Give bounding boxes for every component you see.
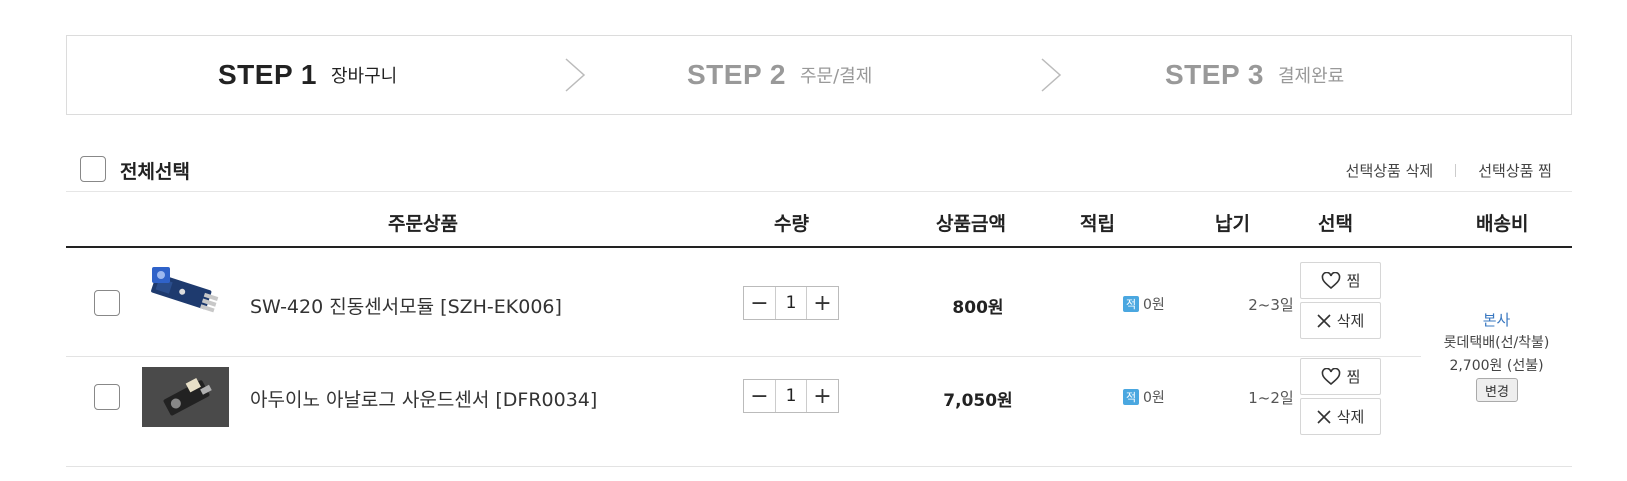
select-bar: 전체선택 선택상품 삭제 선택상품 찜 <box>66 148 1572 192</box>
divider <box>1455 164 1457 177</box>
shipping-cell: 본사 롯데택배(선/착불) 2,700원 (선불) 변경 <box>1421 249 1572 467</box>
decrease-quantity-button[interactable]: − <box>744 287 775 319</box>
shipping-fee: 2,700원 (선불) <box>1449 358 1544 374</box>
delete-label: 삭제 <box>1336 408 1365 426</box>
wish-button[interactable]: 찜 <box>1300 358 1381 395</box>
header-amount: 상품금액 <box>936 213 1006 235</box>
step-complete: STEP 3 결제완료 <box>1165 36 1344 114</box>
header-shipping: 배송비 <box>1476 213 1529 235</box>
select-all-checkbox[interactable] <box>80 156 106 182</box>
wish-button[interactable]: 찜 <box>1300 262 1381 299</box>
header-points: 적립 <box>1080 213 1115 235</box>
decrease-quantity-button[interactable]: − <box>744 380 775 412</box>
shipping-company-link[interactable]: 본사 <box>1421 309 1572 330</box>
points: 적 0원 <box>1123 387 1165 407</box>
quantity-stepper: − 1 + <box>743 379 839 413</box>
increase-quantity-button[interactable]: + <box>807 380 838 412</box>
row-checkbox[interactable] <box>94 290 120 316</box>
delete-label: 삭제 <box>1336 312 1365 330</box>
quantity-value[interactable]: 1 <box>775 287 807 319</box>
product-name-link[interactable]: SW-420 진동센서모듈 [SZH-EK006] <box>250 292 562 319</box>
product-name-link[interactable]: 아두이노 아날로그 사운드센서 [DFR0034] <box>250 385 597 412</box>
wish-label: 찜 <box>1346 368 1361 386</box>
shipping-method: 롯데택배(선/착불) <box>1443 335 1550 351</box>
selection-actions: 선택상품 삭제 선택상품 찜 <box>1346 160 1552 181</box>
step-name: 장바구니 <box>330 66 398 87</box>
step-number: STEP 1 <box>218 59 317 90</box>
header-quantity: 수량 <box>774 213 809 235</box>
heart-icon <box>1321 271 1340 289</box>
quantity-value[interactable]: 1 <box>775 380 807 412</box>
increase-quantity-button[interactable]: + <box>807 287 838 319</box>
wish-selected-link[interactable]: 선택상품 찜 <box>1478 160 1552 181</box>
points: 적 0원 <box>1123 294 1165 314</box>
select-all-label[interactable]: 전체선택 <box>120 157 190 184</box>
cart-row: SW-420 진동센서모듈 [SZH-EK006] − 1 + 800원 적 0… <box>66 249 1421 357</box>
cart-row: 아두이노 아날로그 사운드센서 [DFR0034] − 1 + 7,050원 적… <box>66 358 1421 467</box>
close-icon <box>1317 409 1331 424</box>
change-shipping-button[interactable]: 변경 <box>1476 378 1518 402</box>
header-delivery-time: 납기 <box>1215 213 1250 235</box>
quantity-stepper: − 1 + <box>743 286 839 320</box>
cart-table-header: 주문상품 수량 상품금액 적립 납기 선택 배송비 <box>66 193 1572 248</box>
close-icon <box>1317 313 1331 328</box>
point-badge-icon: 적 <box>1123 296 1139 312</box>
product-amount: 7,050원 <box>943 391 1013 411</box>
step-name: 주문/결제 <box>799 66 873 87</box>
point-badge-icon: 적 <box>1123 389 1139 405</box>
delete-selected-link[interactable]: 선택상품 삭제 <box>1346 160 1434 181</box>
step-number: STEP 3 <box>1165 59 1264 90</box>
step-number: STEP 2 <box>687 59 786 90</box>
chevron-right-icon <box>1041 58 1062 92</box>
delete-button[interactable]: 삭제 <box>1300 302 1381 339</box>
sound-sensor-module-image[interactable] <box>142 367 229 427</box>
product-amount: 800원 <box>952 298 1004 318</box>
delete-button[interactable]: 삭제 <box>1300 398 1381 435</box>
vibration-sensor-module-image[interactable] <box>142 261 229 321</box>
checkout-steps: STEP 1 장바구니 STEP 2 주문/결제 STEP 3 결제완료 <box>66 35 1572 115</box>
step-order-payment: STEP 2 주문/결제 <box>687 36 872 114</box>
heart-icon <box>1321 367 1340 385</box>
row-checkbox[interactable] <box>94 384 120 410</box>
points-value: 0원 <box>1143 390 1165 406</box>
chevron-right-icon <box>565 58 586 92</box>
header-product: 주문상품 <box>388 213 458 235</box>
step-name: 결제완료 <box>1277 66 1345 87</box>
header-select: 선택 <box>1318 213 1353 235</box>
points-value: 0원 <box>1143 297 1165 313</box>
step-cart: STEP 1 장바구니 <box>218 36 397 114</box>
wish-label: 찜 <box>1346 272 1361 290</box>
